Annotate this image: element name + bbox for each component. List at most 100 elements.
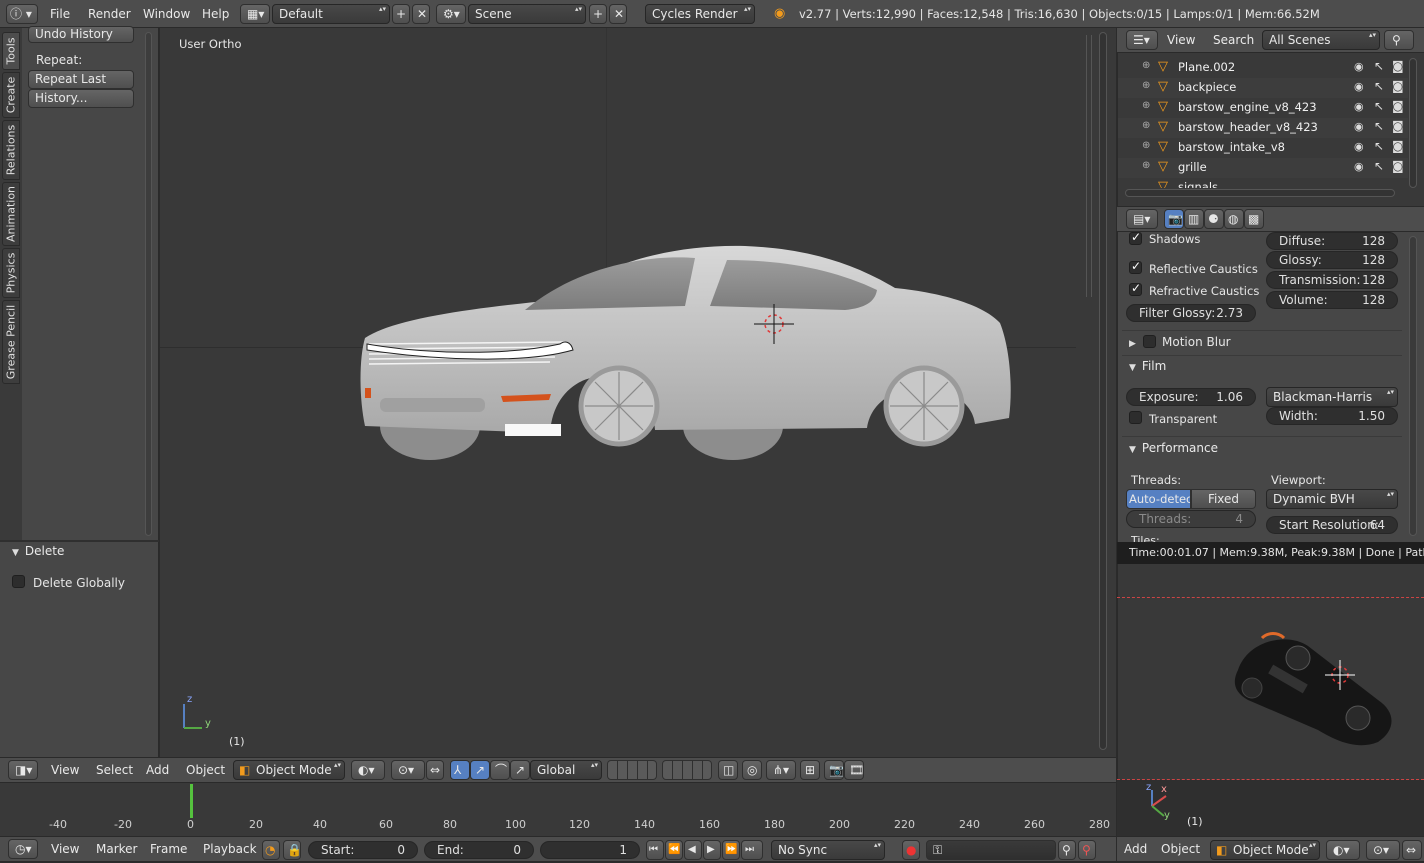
scroll-handle[interactable] — [1086, 35, 1092, 297]
refractive-caustics-checkbox[interactable] — [1129, 281, 1142, 296]
render-layers-tab-icon[interactable]: ▥ — [1184, 209, 1204, 229]
orientation-select[interactable]: Global — [530, 760, 602, 780]
texture-tab-icon[interactable]: ▩ — [1244, 209, 1264, 229]
keying-set-field[interactable]: ⚿ — [926, 840, 1056, 860]
object-mode-select[interactable]: ◧ Object Mode — [233, 760, 345, 780]
lock-layers-button[interactable]: ◫ — [718, 760, 738, 780]
add-scene-button[interactable]: + — [589, 4, 607, 24]
tab-tools[interactable]: Tools — [2, 32, 20, 70]
render-object-mode-select[interactable]: ◧ Object Mode — [1210, 840, 1320, 860]
info-editor-button[interactable]: ⓘ ▾ — [6, 4, 38, 24]
current-frame-line[interactable] — [190, 784, 193, 818]
render-anim-button[interactable]: 🎞 — [844, 760, 864, 780]
end-frame-field[interactable]: End: 0 — [424, 841, 534, 859]
timeline-menu-view[interactable]: View — [51, 835, 79, 863]
editor-type-button[interactable]: ◨▾ — [8, 760, 38, 780]
shadows-checkbox[interactable] — [1129, 230, 1142, 245]
undo-history-button[interactable]: Undo History — [28, 26, 134, 43]
select-arrow-icon[interactable]: ↖ — [1374, 119, 1384, 133]
render-manipulator-button[interactable]: ⇔ — [1402, 840, 1422, 860]
translate-manipulator-button[interactable]: ⅄ — [450, 760, 470, 780]
scale-manipulator-button[interactable]: ↗ — [510, 760, 530, 780]
auto-detect-threads-button[interactable]: Auto-detect — [1126, 489, 1191, 509]
outliner-filter-select[interactable]: All Scenes — [1262, 30, 1380, 50]
jump-end-button[interactable]: ⏭ — [741, 840, 763, 860]
manipulator-toggle-button[interactable]: ⇔ — [426, 760, 444, 780]
layers-grid-b[interactable] — [662, 760, 712, 780]
snap-target-button[interactable]: ⊞ — [800, 760, 820, 780]
filter-width-field[interactable]: Width: 1.50 — [1266, 407, 1398, 425]
bvh-select[interactable]: Dynamic BVH — [1266, 489, 1398, 509]
motion-blur-panel-header[interactable]: ▶ — [1129, 335, 1142, 349]
volume-bounces-field[interactable]: Volume: 128 — [1266, 291, 1398, 309]
remove-scene-button[interactable]: ✕ — [609, 4, 627, 24]
jump-key-forward-button[interactable]: ⏩ — [722, 840, 740, 860]
properties-scrollbar[interactable] — [1409, 236, 1417, 536]
layers-grid-a[interactable] — [607, 760, 657, 780]
eye-icon[interactable]: ◉ — [1354, 100, 1364, 113]
film-panel-header[interactable]: ▼ Film — [1129, 359, 1166, 373]
proportional-edit-button[interactable]: ◎ — [742, 760, 762, 780]
outliner-hscroll[interactable] — [1125, 189, 1395, 197]
menu-file[interactable]: File — [50, 0, 70, 28]
add-layout-button[interactable]: + — [392, 4, 410, 24]
play-reverse-button[interactable]: ◀ — [684, 840, 702, 860]
fixed-threads-button[interactable]: Fixed — [1191, 489, 1256, 509]
camera-icon[interactable]: ◙ — [1392, 139, 1404, 153]
diffuse-bounces-field[interactable]: Diffuse: 128 — [1266, 232, 1398, 250]
glossy-bounces-field[interactable]: Glossy: 128 — [1266, 251, 1398, 269]
filter-type-select[interactable]: Blackman-Harris — [1266, 387, 1398, 407]
start-resolution-field[interactable]: Start Resolution: 64 — [1266, 516, 1398, 534]
select-arrow-icon[interactable]: ↖ — [1374, 59, 1384, 73]
rotate-manipulator-button[interactable]: ↗ — [470, 760, 490, 780]
layout-icon-button[interactable]: ▦▾ — [240, 4, 270, 24]
current-frame-field[interactable]: 1 — [540, 841, 640, 859]
timeline[interactable] — [0, 783, 1116, 836]
play-button[interactable]: ▶ — [703, 840, 721, 860]
render-tab-icon[interactable]: 📷 — [1164, 209, 1184, 229]
pivot-button[interactable]: ⊙▾ — [391, 760, 425, 780]
viewport-menu-object[interactable]: Object — [186, 756, 225, 784]
repeat-last-button[interactable]: Repeat Last — [28, 70, 134, 89]
tool-shelf-scrollbar[interactable] — [145, 32, 152, 536]
tab-relations[interactable]: Relations — [2, 120, 20, 180]
outliner-menu-search[interactable]: Search — [1213, 27, 1254, 55]
jump-start-button[interactable]: ⏮ — [646, 840, 664, 860]
eye-icon[interactable]: ◉ — [1354, 60, 1364, 73]
timeline-menu-playback[interactable]: Playback — [203, 835, 257, 863]
shading-button[interactable]: ◐▾ — [351, 760, 385, 780]
car-model[interactable] — [355, 238, 1020, 468]
camera-icon[interactable]: ◙ — [1392, 79, 1404, 93]
menu-help[interactable]: Help — [202, 0, 229, 28]
outliner-row[interactable]: ⊕ ▽ Plane.002 ◉ ↖ ◙ — [1118, 58, 1408, 78]
performance-panel-header[interactable]: ▼ Performance — [1129, 441, 1218, 455]
lock-icon-button[interactable]: 🔒 — [283, 840, 301, 860]
arc-manipulator-button[interactable]: ⌒ — [490, 760, 510, 780]
render-menu-add[interactable]: Add — [1124, 835, 1147, 863]
render-pivot-button[interactable]: ⊙▾ — [1366, 840, 1400, 860]
delete-panel-header[interactable]: ▼ Delete — [12, 544, 64, 558]
tab-create[interactable]: Create — [2, 72, 20, 118]
viewport-menu-view[interactable]: View — [51, 756, 79, 784]
select-arrow-icon[interactable]: ↖ — [1374, 159, 1384, 173]
scene-select[interactable]: Scene — [468, 4, 586, 24]
outliner-row[interactable]: ⊕ ▽ barstow_intake_v8 ◉ ↖ ◙ — [1118, 138, 1408, 158]
delete-globally-checkbox[interactable] — [12, 575, 25, 588]
record-button[interactable]: ● — [902, 840, 920, 860]
viewport-menu-select[interactable]: Select — [96, 756, 133, 784]
snap-element-button[interactable]: ⋔▾ — [766, 760, 796, 780]
eye-icon[interactable]: ◉ — [1354, 160, 1364, 173]
camera-icon[interactable]: ◙ — [1392, 99, 1404, 113]
render-engine-select[interactable]: Cycles Render — [645, 4, 755, 24]
3d-cursor-icon[interactable] — [754, 304, 794, 344]
world-tab-icon[interactable]: ◍ — [1224, 209, 1244, 229]
history-button[interactable]: History... — [28, 89, 134, 108]
remove-layout-button[interactable]: ✕ — [412, 4, 430, 24]
scene-icon-button[interactable]: ⚙▾ — [436, 4, 466, 24]
outliner-row[interactable]: ⊕ ▽ grille ◉ ↖ ◙ — [1118, 158, 1408, 178]
outliner-row[interactable]: ⊕ ▽ barstow_header_v8_423 ◉ ↖ ◙ — [1118, 118, 1408, 138]
delete-key-button[interactable]: ⚲ — [1078, 840, 1096, 860]
select-arrow-icon[interactable]: ↖ — [1374, 139, 1384, 153]
tab-animation[interactable]: Animation — [2, 182, 20, 246]
camera-icon[interactable]: ◙ — [1392, 159, 1404, 173]
